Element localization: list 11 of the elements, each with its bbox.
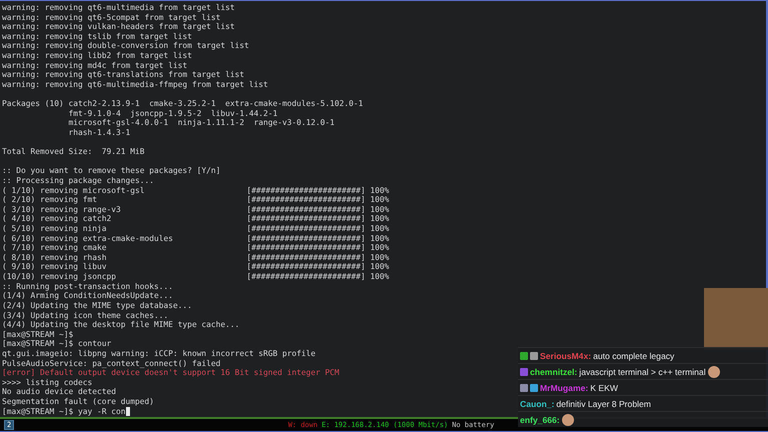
chat-text: K EKW [590, 382, 618, 392]
chat-text: auto complete legacy [593, 350, 674, 360]
chat-username: Cauon_: [520, 398, 554, 408]
chat-text: definitiv Layer 8 Problem [556, 398, 651, 408]
chat-username: SeriousM4x: [540, 350, 592, 360]
photo-placeholder [704, 288, 768, 350]
chat-username: enfy_666: [520, 414, 560, 424]
chat-text: javascript terminal > c++ terminal [579, 366, 706, 376]
chat-username: chemnitzel: [530, 366, 578, 376]
text-cursor [126, 406, 130, 416]
chat-username: MrMugame: [540, 382, 588, 392]
